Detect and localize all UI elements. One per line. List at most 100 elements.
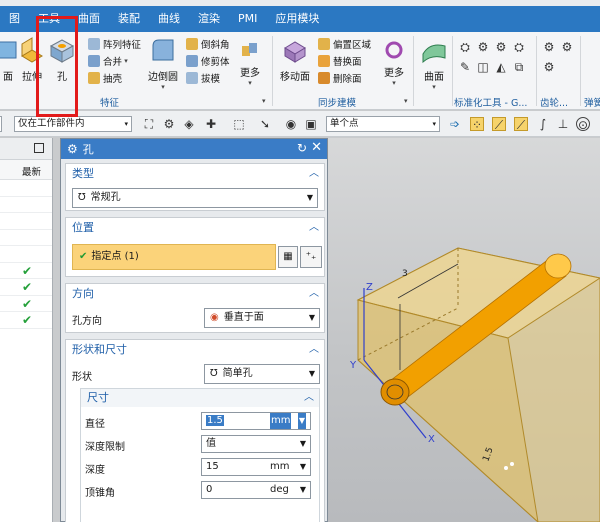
std-tool-icon[interactable]: ⚙ — [476, 40, 490, 54]
std-tool-icon[interactable]: ◫ — [476, 60, 490, 74]
list-item[interactable] — [0, 197, 52, 213]
ribbon-offset-region[interactable]: 偏置区域 — [318, 36, 371, 52]
group-separator — [580, 36, 581, 106]
section-type-header[interactable]: 类型 ︿ — [66, 164, 324, 184]
list-item[interactable]: ✔ — [0, 279, 52, 296]
chevron-down-icon[interactable]: ▼ — [300, 482, 306, 498]
unite-icon — [88, 55, 100, 67]
ribbon-surface-button[interactable]: 曲面 ▾ — [420, 36, 448, 91]
list-item[interactable] — [0, 230, 52, 246]
ribbon-move-face-button[interactable]: 移动面 — [280, 36, 310, 83]
sketch-section-button[interactable]: ▦ — [278, 246, 298, 268]
menu-view[interactable]: 图 — [0, 6, 29, 32]
sketch-icon: ▦ — [283, 251, 293, 262]
section-shape-header[interactable]: 形状和尺寸 ︿ — [66, 340, 324, 360]
snap-center-icon[interactable]: ⊙ — [576, 117, 590, 132]
depth-limit-label: 深度限制 — [85, 442, 125, 453]
snap-curve-icon[interactable]: ∫ — [536, 117, 550, 131]
snap-grid-icon[interactable]: ⁘ — [470, 117, 484, 132]
scope-select[interactable]: 仅在工作部件内 ▾ — [14, 116, 132, 132]
select-body-icon[interactable]: ◈ — [182, 117, 196, 131]
diameter-input[interactable]: 1.5 mm ▼ — [201, 412, 311, 430]
ribbon-pattern-feature[interactable]: 阵列特征 — [88, 36, 141, 52]
ribbon-replace-face[interactable]: 替换面 — [318, 53, 362, 69]
select-filter-icon[interactable]: ✚ — [204, 117, 218, 131]
list-item[interactable] — [0, 213, 52, 230]
ribbon-trim-body[interactable]: 修剪体 — [186, 53, 230, 69]
subsection-dimensions-header[interactable]: 尺寸 ︿ — [81, 389, 319, 407]
snap-midpoint-icon[interactable]: ⟋ — [514, 117, 528, 132]
snap-endpoint-icon[interactable]: ⟋ — [492, 117, 506, 132]
ribbon-draft[interactable]: 拔模 — [186, 70, 220, 86]
shell-icon — [88, 72, 100, 84]
shape-select[interactable]: Ʊ 简单孔 ▼ — [204, 364, 320, 384]
ribbon-unite[interactable]: 合并 ▾ — [88, 53, 128, 69]
list-item[interactable] — [0, 180, 52, 197]
list-item[interactable]: ✔ — [0, 296, 52, 312]
gear-icon[interactable]: ⚙ — [560, 40, 574, 54]
std-tool-icon[interactable]: ◭ — [494, 60, 508, 74]
section-direction-header[interactable]: 方向 ︿ — [66, 284, 324, 304]
list-item[interactable]: ✔ — [0, 312, 52, 329]
workpart-icon[interactable]: ▣ — [304, 117, 318, 131]
ribbon: 面 拉伸 孔 阵列特征 合并 ▾ 抽壳 边倒圆 ▾ 倒斜角 修剪体 拔模 更多 … — [0, 32, 600, 110]
menu-pmi[interactable]: PMI — [229, 6, 266, 32]
snap-point-select[interactable]: 单个点 ▾ — [326, 116, 440, 132]
depth-limit-select[interactable]: 值 ▼ — [201, 435, 311, 453]
ribbon-shell[interactable]: 抽壳 — [88, 70, 122, 86]
std-tool-icon[interactable]: ✎ — [458, 60, 472, 74]
menu-applications[interactable]: 应用模块 — [266, 6, 328, 32]
ribbon-delete-face[interactable]: 删除面 — [318, 70, 362, 86]
close-icon[interactable]: ✕ — [311, 140, 322, 155]
gear-icon[interactable]: ⚙ — [67, 142, 78, 156]
select-feature-icon[interactable]: ⚙ — [162, 117, 176, 131]
std-tool-icon[interactable]: ⧉ — [512, 60, 526, 74]
std-tool-icon[interactable]: ⛭ — [458, 40, 472, 54]
filter-select-partial[interactable]: ▾ — [0, 116, 2, 132]
chevron-down-icon[interactable]: ▼ — [300, 459, 306, 475]
ribbon-more-sync-button[interactable]: 更多 ▾ — [384, 40, 404, 87]
specify-point-field[interactable]: ✔ 指定点 (1) — [72, 244, 276, 270]
hole-direction-label: 孔方向 — [72, 316, 102, 327]
snap-perpendicular-icon[interactable]: ⊥ — [556, 117, 570, 131]
snap-point-value: 单个点 — [330, 118, 359, 129]
chevron-up-icon: ︿ — [309, 168, 319, 179]
gear-icon[interactable]: ⚙ — [542, 60, 556, 74]
chevron-down-icon[interactable]: ▾ — [262, 97, 266, 105]
chamfer-label: 倒斜角 — [201, 40, 230, 51]
trim-body-label: 修剪体 — [201, 57, 230, 68]
list-item[interactable] — [0, 246, 52, 263]
part-navigator: 最新 ✔ ✔ ✔ ✔ — [0, 138, 53, 522]
depth-input[interactable]: 15 mm ▼ — [201, 458, 311, 476]
diameter-unit: mm — [270, 413, 292, 429]
section-position-header[interactable]: 位置 ︿ — [66, 218, 324, 238]
std-tool-icon[interactable]: ⚙ — [494, 40, 508, 54]
arrow-right-icon[interactable]: ➩ — [448, 117, 462, 131]
pointer-icon[interactable]: ➘ — [258, 117, 272, 131]
chevron-down-icon: ▾ — [122, 57, 128, 65]
selection-icon[interactable]: ⛶ — [142, 117, 156, 131]
chevron-down-icon[interactable]: ▼ — [297, 413, 306, 429]
dimension-top-text[interactable]: 3 — [402, 269, 408, 279]
hole-direction-select[interactable]: ◉ 垂直于面 ▼ — [204, 308, 320, 328]
menu-render[interactable]: 渲染 — [189, 6, 229, 32]
graphics-viewport[interactable]: 3 1.5 Z X Y — [328, 138, 600, 522]
std-tool-icon[interactable]: ⛭ — [512, 40, 526, 54]
reset-icon[interactable]: ↻ — [297, 141, 307, 155]
restore-window-icon[interactable] — [34, 143, 44, 153]
point-marker — [510, 462, 514, 466]
column-latest[interactable]: 最新 — [22, 164, 41, 178]
ribbon-more-feature-button[interactable]: 更多 ▾ — [240, 40, 260, 87]
ribbon-chamfer[interactable]: 倒斜角 — [186, 36, 230, 52]
menu-curve[interactable]: 曲线 — [149, 6, 189, 32]
menu-assembly[interactable]: 装配 — [109, 6, 149, 32]
solid-icon[interactable]: ◉ — [284, 117, 298, 131]
hole-type-select[interactable]: Ʊ 常规孔 ▼ — [72, 188, 318, 208]
gear-icon[interactable]: ⚙ — [542, 40, 556, 54]
point-dialog-button[interactable]: ⁺₊ — [300, 246, 322, 268]
rectangle-select-icon[interactable]: ⬚ — [232, 117, 246, 131]
ribbon-edge-blend-button[interactable]: 边倒圆 ▾ — [148, 36, 178, 91]
tip-angle-input[interactable]: 0 deg ▼ — [201, 481, 311, 499]
chevron-down-icon[interactable]: ▾ — [404, 97, 408, 105]
list-item[interactable]: ✔ — [0, 263, 52, 279]
